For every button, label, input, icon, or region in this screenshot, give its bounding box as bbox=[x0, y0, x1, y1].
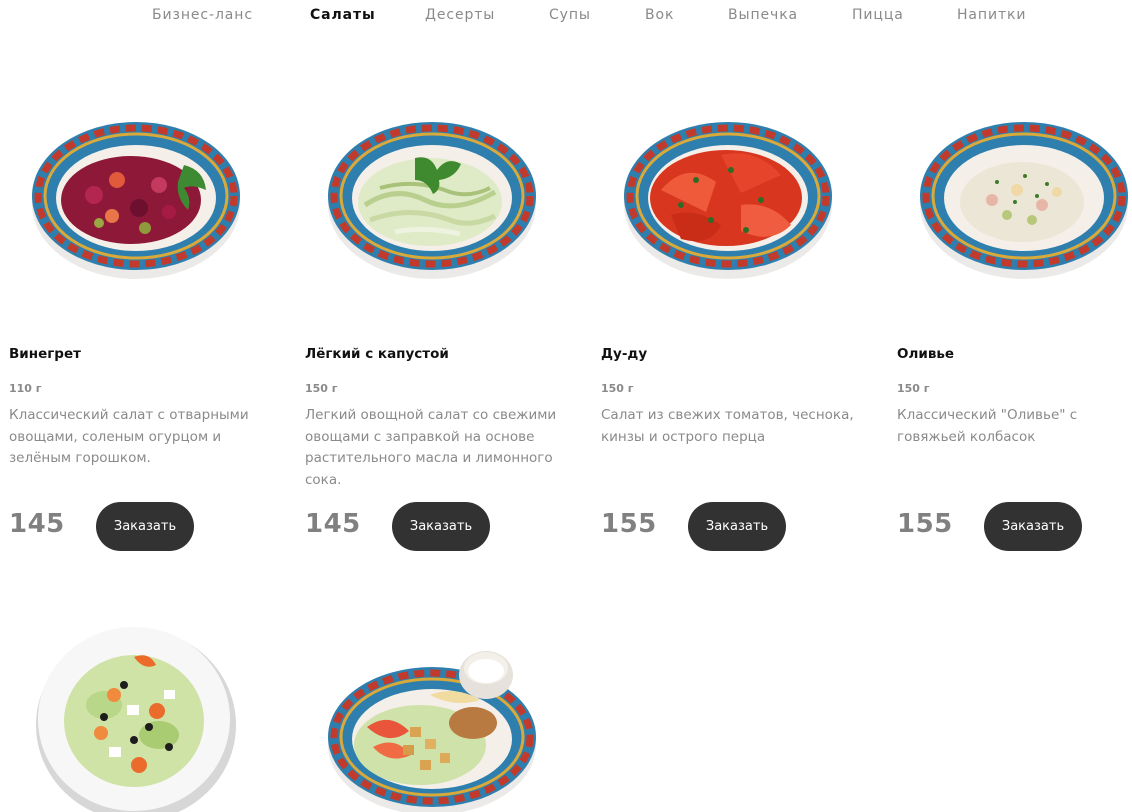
nav-tab-desserts[interactable]: Десерты bbox=[425, 7, 495, 23]
product-price: 155 bbox=[601, 509, 657, 539]
product-description: Легкий овощной салат со свежими овощами … bbox=[305, 407, 557, 489]
product-weight: 150 г bbox=[601, 382, 634, 395]
product-description: Классический "Оливье" с говяжьей колбасо… bbox=[897, 407, 1078, 445]
greek-salad-image[interactable] bbox=[9, 615, 279, 812]
nav-tab-pastry[interactable]: Выпечка bbox=[728, 7, 798, 23]
nav-tab-business-lunch[interactable]: Бизнес-ланс bbox=[152, 7, 253, 23]
product-price: 145 bbox=[305, 509, 361, 539]
tomato-plate-icon bbox=[624, 122, 832, 279]
caesar-salad-image[interactable] bbox=[305, 635, 575, 812]
product-title: Оливье bbox=[897, 346, 955, 362]
olivier-plate-icon bbox=[920, 122, 1128, 279]
order-button[interactable]: Заказать bbox=[984, 502, 1082, 551]
product-description: Классический салат с отварными овощами, … bbox=[9, 407, 249, 467]
order-button[interactable]: Заказать bbox=[392, 502, 490, 551]
cabbage-salad-image[interactable] bbox=[305, 110, 575, 310]
cabbage-plate-icon bbox=[328, 122, 536, 279]
product-description: Салат из свежих томатов, чеснока, кинзы … bbox=[601, 407, 854, 445]
caesar-plate-icon bbox=[328, 651, 536, 812]
greek-salad-plate-icon bbox=[36, 627, 236, 812]
olivier-salad-image[interactable] bbox=[897, 110, 1132, 310]
product-weight: 150 г bbox=[305, 382, 338, 395]
product-weight: 110 г bbox=[9, 382, 42, 395]
product-title: Винегрет bbox=[9, 346, 81, 362]
vinegret-plate-icon bbox=[32, 122, 240, 279]
nav-tab-drinks[interactable]: Напитки bbox=[957, 7, 1026, 23]
nav-tab-wok[interactable]: Вок bbox=[645, 7, 674, 23]
order-button[interactable]: Заказать bbox=[688, 502, 786, 551]
vinegret-salad-image[interactable] bbox=[9, 110, 279, 310]
nav-tab-salads[interactable]: Салаты bbox=[310, 7, 376, 23]
nav-tab-soups[interactable]: Супы bbox=[549, 7, 591, 23]
tomato-salad-image[interactable] bbox=[601, 110, 871, 310]
category-nav: Бизнес-ланс Салаты Десерты Супы Вок Выпе… bbox=[0, 0, 1132, 34]
product-title: Ду-ду bbox=[601, 346, 648, 362]
order-button[interactable]: Заказать bbox=[96, 502, 194, 551]
product-title: Лёгкий с капустой bbox=[305, 346, 449, 362]
product-price: 155 bbox=[897, 509, 953, 539]
product-weight: 150 г bbox=[897, 382, 930, 395]
product-price: 145 bbox=[9, 509, 65, 539]
nav-tab-pizza[interactable]: Пицца bbox=[852, 7, 904, 23]
